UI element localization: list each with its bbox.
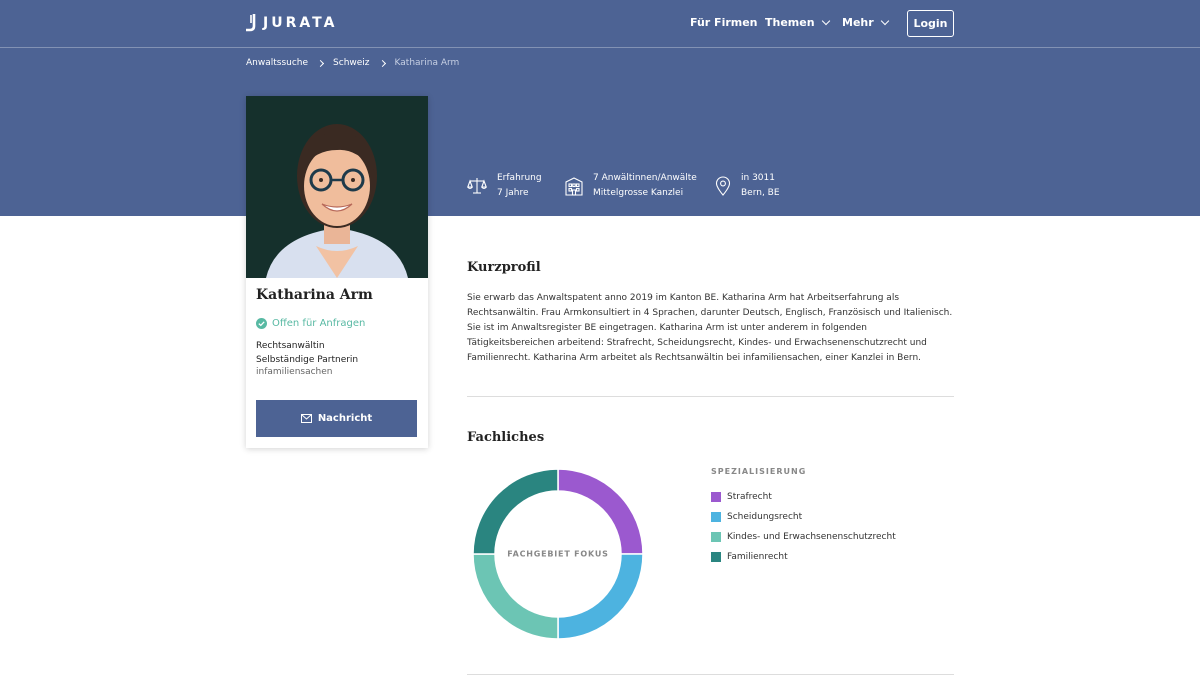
jurata-logo-icon bbox=[246, 14, 256, 32]
lawyer-profile-card: Katharina Arm Offen für Anfragen Rechtsa… bbox=[246, 96, 428, 448]
lawyer-role-title: Rechtsanwältin bbox=[256, 341, 325, 351]
chevron-down-icon bbox=[880, 16, 889, 25]
kurzprofil-text: Sie erwarb das Anwaltspatent anno 2019 i… bbox=[467, 293, 953, 363]
lawyer-name: Katharina Arm bbox=[256, 287, 373, 303]
breadcrumb-item-country[interactable]: Schweiz bbox=[333, 58, 370, 68]
stat-location-city: Bern, BE bbox=[741, 188, 780, 198]
specialization-legend: SPEZIALISIERUNG Strafrecht Scheidungsrech… bbox=[711, 467, 896, 567]
donut-segment-3[interactable] bbox=[472, 553, 559, 640]
nav-firms-link[interactable]: Für Firmen bbox=[690, 16, 758, 29]
chevron-right-icon bbox=[317, 59, 325, 67]
chevron-down-icon bbox=[821, 16, 830, 25]
legend-label: Familienrecht bbox=[727, 552, 788, 562]
stat-experience: Erfahrung 7 Jahre bbox=[467, 171, 565, 201]
nav-more-label: Mehr bbox=[842, 16, 874, 29]
breadcrumb: Anwaltssuche Schweiz Katharina Arm bbox=[246, 58, 459, 68]
donut-segment-1[interactable] bbox=[557, 468, 644, 555]
lawyer-roles: Rechtsanwältin Selbständige Partnerin bbox=[256, 339, 358, 367]
legend-swatch bbox=[711, 512, 721, 522]
portrait-illustration bbox=[246, 96, 428, 278]
legend-title: SPEZIALISIERUNG bbox=[711, 467, 807, 476]
availability-status: Offen für Anfragen bbox=[256, 318, 365, 329]
fachliches-title: Fachliches bbox=[467, 430, 545, 445]
legend-swatch bbox=[711, 492, 721, 502]
chevron-right-icon bbox=[378, 59, 386, 67]
legend-label: Strafrecht bbox=[727, 492, 772, 502]
donut-center-label: FACHGEBIET FOKUS bbox=[507, 550, 609, 559]
stat-firm-count: 7 Anwältinnen/Anwälte bbox=[593, 173, 697, 183]
logo[interactable]: JURATA bbox=[246, 14, 337, 32]
stat-experience-label: Erfahrung bbox=[497, 173, 542, 183]
section-divider bbox=[467, 396, 954, 397]
nav-firms-label: Für Firmen bbox=[690, 16, 758, 29]
check-circle-icon bbox=[256, 318, 267, 329]
donut-segment-4[interactable] bbox=[472, 468, 559, 555]
stat-firm-type: Mittelgrosse Kanzlei bbox=[593, 188, 684, 198]
logo-text: JURATA bbox=[263, 15, 338, 31]
legend-label: Scheidungsrecht bbox=[727, 512, 803, 522]
nav-themes-dropdown[interactable]: Themen bbox=[765, 16, 830, 29]
stat-firm-size: 7 Anwältinnen/Anwälte Mittelgrosse Kanzl… bbox=[565, 171, 715, 201]
nav-themes-label: Themen bbox=[765, 16, 815, 29]
legend-item-1: Strafrecht bbox=[711, 487, 896, 507]
legend-item-3: Kindes- und Erwachsenenschutzrecht bbox=[711, 527, 896, 547]
legend-item-2: Scheidungsrecht bbox=[711, 507, 896, 527]
lawyer-firm[interactable]: infamiliensachen bbox=[256, 367, 333, 377]
availability-label: Offen für Anfragen bbox=[272, 318, 366, 329]
scales-icon bbox=[467, 178, 487, 194]
lawyer-photo bbox=[246, 96, 428, 278]
nav-more-dropdown[interactable]: Mehr bbox=[842, 16, 889, 29]
stat-location-zip: in 3011 bbox=[741, 173, 775, 183]
envelope-icon bbox=[300, 414, 312, 423]
stat-experience-value: 7 Jahre bbox=[497, 188, 529, 198]
top-navigation: JURATA Für Firmen Themen Mehr Login bbox=[0, 0, 1200, 48]
breadcrumb-item-current: Katharina Arm bbox=[394, 58, 460, 68]
legend-swatch bbox=[711, 532, 721, 542]
breadcrumb-item-search[interactable]: Anwaltssuche bbox=[246, 58, 308, 68]
kurzprofil-title: Kurzprofil bbox=[467, 260, 541, 275]
stats-bar: Erfahrung 7 Jahre 7 Anwältinnen/Anwälte … bbox=[467, 171, 780, 201]
message-button[interactable]: Nachricht bbox=[256, 400, 417, 437]
legend-swatch bbox=[711, 552, 721, 562]
building-icon bbox=[565, 177, 583, 196]
location-pin-icon bbox=[715, 176, 731, 196]
login-button[interactable]: Login bbox=[907, 10, 954, 37]
message-button-label: Nachricht bbox=[317, 413, 373, 424]
legend-label: Kindes- und Erwachsenenschutzrecht bbox=[727, 532, 896, 542]
specialization-donut-chart: FACHGEBIET FOKUS bbox=[472, 468, 644, 640]
donut-segment-2[interactable] bbox=[557, 553, 644, 640]
legend-item-4: Familienrecht bbox=[711, 547, 896, 567]
stat-location: in 3011 Bern, BE bbox=[715, 171, 780, 201]
lawyer-role-position: Selbständige Partnerin bbox=[256, 355, 359, 365]
